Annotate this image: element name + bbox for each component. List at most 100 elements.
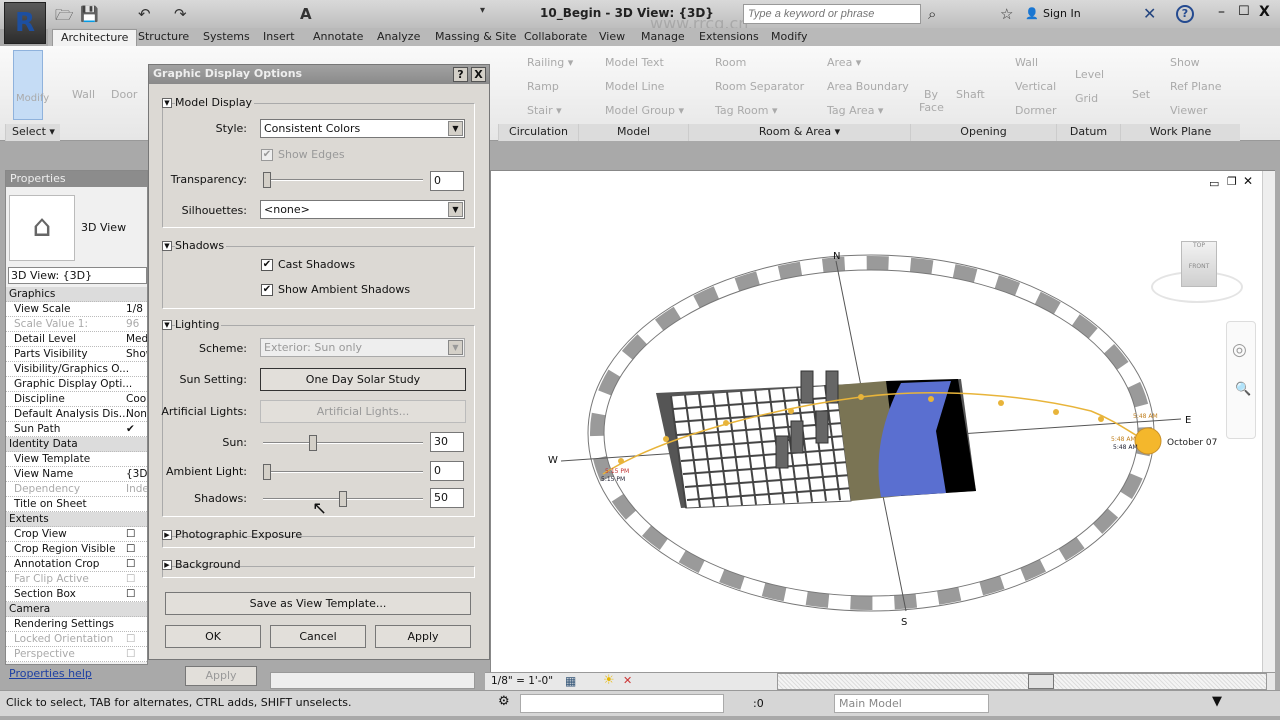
ramp-button[interactable]: Ramp (527, 80, 559, 93)
property-value[interactable]: {3D} (126, 467, 147, 481)
property-row[interactable]: View Scale 1/8 (6, 302, 147, 317)
tab-collaborate[interactable]: Collaborate (516, 29, 595, 47)
horizontal-scrollbar[interactable] (777, 673, 1267, 690)
area-button[interactable]: Area ▾ (827, 56, 861, 69)
vertical-button[interactable]: Vertical (1015, 80, 1056, 93)
text-icon[interactable]: A (300, 5, 312, 23)
style-dropdown[interactable]: Consistent Colors ▼ (260, 119, 465, 138)
property-group[interactable]: Extents (6, 512, 147, 527)
property-group[interactable]: Identity Data (6, 437, 147, 452)
close-button[interactable]: X (1259, 4, 1270, 20)
tab-modify[interactable]: Modify (763, 29, 815, 47)
property-value[interactable]: Med (126, 332, 147, 346)
property-value[interactable]: 96 (126, 317, 139, 331)
tag-area-button[interactable]: Tag Area ▾ (827, 104, 883, 117)
property-value[interactable]: Non (126, 407, 147, 421)
stair-button[interactable]: Stair ▾ (527, 104, 562, 117)
sun-slider[interactable] (263, 435, 423, 451)
model-group-button[interactable]: Model Group ▾ (605, 104, 684, 117)
tab-architecture[interactable]: Architecture (52, 29, 138, 47)
shaft-button[interactable]: Shaft (956, 88, 985, 101)
property-row[interactable]: Crop Region Visible ☐ (6, 542, 147, 557)
silhouettes-dropdown[interactable]: <none> ▼ (260, 200, 465, 219)
tab-structure[interactable]: Structure (130, 29, 197, 47)
sun-input[interactable]: 30 (430, 432, 464, 452)
property-row[interactable]: Section Box ☐ (6, 587, 147, 602)
select-panel-label[interactable]: Select ▾ (5, 124, 60, 141)
slider-thumb[interactable] (339, 491, 347, 507)
binoculars-icon[interactable]: ⌕ (928, 5, 936, 23)
lighting-collapse-toggle[interactable]: ▼ (162, 320, 172, 330)
properties-apply-button[interactable]: Apply (185, 666, 257, 686)
shadows-intensity-slider[interactable] (263, 491, 423, 507)
slider-thumb[interactable] (308, 435, 317, 451)
property-row[interactable]: Rendering Settings (6, 617, 147, 632)
area-boundary-button[interactable]: Area Boundary (827, 80, 909, 93)
property-row[interactable]: Scale Value 1: 96 (6, 317, 147, 332)
transparency-slider[interactable] (263, 172, 423, 188)
property-row[interactable]: Crop View ☐ (6, 527, 147, 542)
room-area-panel-label[interactable]: Room & Area ▾ (688, 124, 910, 141)
properties-scrollbar[interactable] (270, 672, 475, 689)
workset-dropdown[interactable] (520, 694, 724, 713)
show-button[interactable]: Show (1170, 56, 1200, 69)
redo-icon[interactable]: ↷ (174, 5, 187, 23)
model-display-collapse-toggle[interactable]: ▼ (162, 98, 172, 108)
slider-thumb[interactable] (263, 172, 271, 188)
wall-opening-button[interactable]: Wall (1015, 56, 1038, 69)
model-line-button[interactable]: Model Line (605, 80, 664, 93)
maximize-button[interactable]: ☐ (1238, 4, 1250, 19)
design-option-dropdown[interactable]: Main Model (834, 694, 989, 713)
property-row[interactable]: Detail Level Med (6, 332, 147, 347)
property-value[interactable]: ☐ (126, 557, 135, 571)
property-value[interactable]: ☐ (126, 542, 135, 556)
slider-thumb[interactable] (263, 464, 271, 480)
sign-in-link[interactable]: Sign In (1043, 7, 1081, 20)
shadows-icon[interactable]: ✕ (623, 674, 632, 687)
sun-path-icon[interactable]: ☀ (603, 673, 615, 688)
application-menu-button[interactable]: R (4, 2, 46, 44)
minimize-button[interactable]: – (1218, 4, 1225, 20)
help-icon[interactable]: ? (1176, 5, 1194, 23)
visual-style-icon[interactable]: ▦ (565, 674, 576, 688)
property-row[interactable]: Sun Path ✔ (6, 422, 147, 437)
save-as-view-template-button[interactable]: Save as View Template... (165, 592, 471, 615)
room-separator-button[interactable]: Room Separator (715, 80, 804, 93)
property-row[interactable]: Locked Orientation ☐ (6, 632, 147, 647)
tab-insert[interactable]: Insert (255, 29, 303, 47)
door-button[interactable]: Door (111, 88, 137, 101)
set-button[interactable]: Set (1132, 88, 1150, 101)
property-value[interactable]: 1/8 (126, 302, 143, 316)
ambient-light-slider[interactable] (263, 464, 423, 480)
property-row[interactable]: Parts Visibility Show (6, 347, 147, 362)
property-value[interactable]: ☐ (126, 587, 135, 601)
customize-qat-icon[interactable]: ▾ (480, 5, 485, 16)
worksets-icon[interactable]: ⚙ (498, 694, 510, 709)
property-row[interactable]: Title on Sheet (6, 497, 147, 512)
view-scale[interactable]: 1/8" = 1'-0" (491, 675, 553, 687)
scrollbar-thumb[interactable] (1028, 674, 1054, 689)
exchange-icon[interactable]: ✕ (1143, 4, 1156, 23)
property-row[interactable]: Annotation Crop ☐ (6, 557, 147, 572)
railing-button[interactable]: Railing ▾ (527, 56, 573, 69)
tab-massing-site[interactable]: Massing & Site (427, 29, 524, 47)
level-button[interactable]: Level (1075, 68, 1104, 81)
property-group[interactable]: Camera (6, 602, 147, 617)
model-text-button[interactable]: Model Text (605, 56, 664, 69)
ref-plane-button[interactable]: Ref Plane (1170, 80, 1221, 93)
cast-shadows-checkbox[interactable]: ✔ (261, 259, 273, 271)
filter-icon[interactable]: ▼ (1212, 694, 1222, 709)
property-row[interactable]: Dependency Inde (6, 482, 147, 497)
tab-analyze[interactable]: Analyze (369, 29, 428, 47)
artificial-lights-button[interactable]: Artificial Lights... (260, 400, 466, 423)
wall-button[interactable]: Wall (72, 88, 95, 101)
property-value[interactable]: Coo (126, 392, 146, 406)
property-row[interactable]: Default Analysis Dis... Non (6, 407, 147, 422)
property-value[interactable]: ☐ (126, 572, 135, 586)
property-row[interactable]: View Template (6, 452, 147, 467)
property-value[interactable]: Inde (126, 482, 147, 496)
tab-extensions[interactable]: Extensions (691, 29, 767, 47)
property-value[interactable]: Show (126, 347, 147, 361)
save-icon[interactable]: 💾 (80, 5, 99, 23)
property-row[interactable]: Discipline Coo (6, 392, 147, 407)
